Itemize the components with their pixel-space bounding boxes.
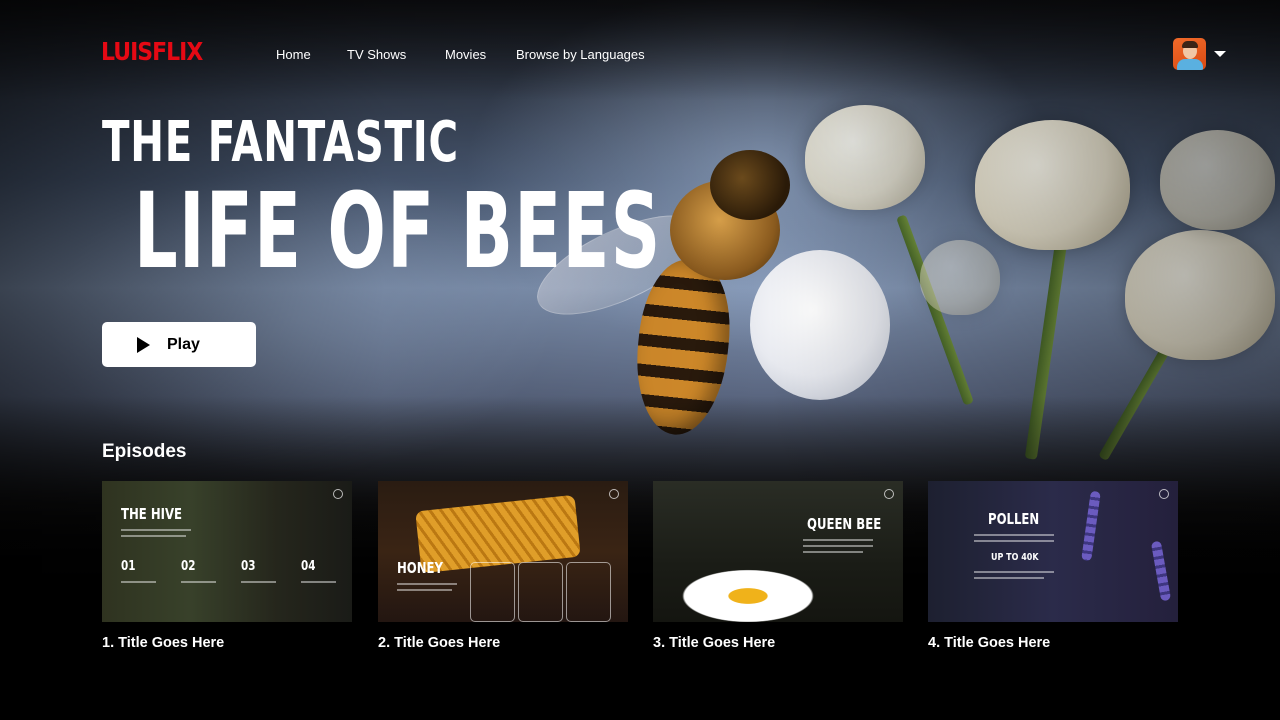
episode-card-4[interactable]: POLLEN UP TO 40K 4. Title Goes Here (928, 481, 1178, 651)
nav-tv-shows[interactable]: TV Shows (347, 47, 406, 62)
thumb-label: HONEY (397, 559, 443, 577)
hero-title-line2: LIFE OF BEES (134, 170, 662, 292)
episodes-heading: Episodes (102, 441, 187, 462)
episode-title[interactable]: 2. Title Goes Here (378, 635, 628, 651)
chevron-down-icon[interactable] (1214, 51, 1226, 57)
info-icon[interactable] (609, 489, 619, 499)
thumb-sublabel: UP TO 40K (991, 552, 1039, 563)
episode-thumbnail[interactable]: THE HIVE 01 02 03 04 (102, 481, 352, 622)
play-icon (137, 336, 150, 353)
episode-thumbnail[interactable]: HONEY (378, 481, 628, 622)
thumb-number: 03 (241, 559, 256, 574)
episode-thumbnail[interactable]: QUEEN BEE (653, 481, 903, 622)
thumb-label: QUEEN BEE (807, 515, 882, 533)
thumb-label: THE HIVE (121, 505, 183, 523)
episode-title[interactable]: 4. Title Goes Here (928, 635, 1178, 651)
episode-title[interactable]: 3. Title Goes Here (653, 635, 903, 651)
nav-browse-by-languages[interactable]: Browse by Languages (516, 47, 645, 62)
thumb-number: 02 (181, 559, 196, 574)
play-label: Play (167, 335, 200, 353)
episode-card-3[interactable]: QUEEN BEE 3. Title Goes Here (653, 481, 903, 651)
thumb-label: POLLEN (988, 510, 1040, 528)
episode-thumbnail[interactable]: POLLEN UP TO 40K (928, 481, 1178, 622)
avatar[interactable] (1173, 38, 1206, 70)
episode-card-2[interactable]: HONEY 2. Title Goes Here (378, 481, 628, 651)
episode-card-1[interactable]: THE HIVE 01 02 03 04 1. Title Goes Here (102, 481, 352, 651)
play-button[interactable]: Play (102, 322, 256, 367)
thumb-number: 04 (301, 559, 316, 574)
logo[interactable]: LUISFLIX (101, 38, 203, 67)
nav-home[interactable]: Home (276, 47, 311, 62)
info-icon[interactable] (1159, 489, 1169, 499)
nav-movies[interactable]: Movies (445, 47, 486, 62)
hero-title-line1: THE FANTASTIC (102, 110, 459, 175)
thumb-number: 01 (121, 559, 136, 574)
top-nav: LUISFLIX Home TV Shows Movies Browse by … (0, 0, 1280, 110)
episode-title[interactable]: 1. Title Goes Here (102, 635, 352, 651)
info-icon[interactable] (333, 489, 343, 499)
info-icon[interactable] (884, 489, 894, 499)
